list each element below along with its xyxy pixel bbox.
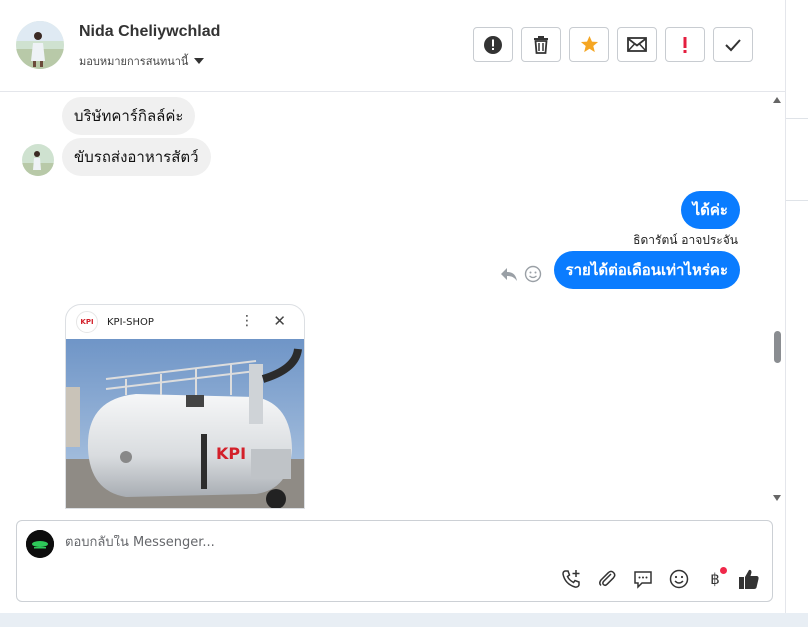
star-button[interactable] bbox=[569, 27, 609, 62]
alert-circle-icon bbox=[484, 35, 502, 54]
inbox-app: Nida Cheliywchlad มอบหมายการสนทนานี้ บริ… bbox=[0, 0, 808, 627]
conversation-header: Nida Cheliywchlad มอบหมายการสนทนานี้ bbox=[0, 0, 785, 92]
assign-label: มอบหมายการสนทนานี้ bbox=[79, 55, 189, 68]
close-icon[interactable]: ✕ bbox=[273, 312, 286, 330]
message-text: ขับรถส่งอาหารสัตว์ bbox=[74, 148, 199, 166]
product-image: KPI bbox=[66, 339, 304, 508]
message-actions bbox=[500, 265, 542, 283]
outgoing-message: ได้ค่ะ bbox=[680, 191, 740, 229]
contact-name: Nida Cheliywchlad bbox=[79, 23, 221, 40]
shop-logo: KPI bbox=[76, 311, 98, 333]
scroll-down-arrow[interactable] bbox=[773, 495, 781, 501]
delete-button[interactable] bbox=[521, 27, 561, 62]
message-text: ได้ค่ะ bbox=[692, 201, 728, 219]
shop-name: KPI-SHOP bbox=[107, 316, 154, 328]
more-options-icon[interactable]: ⋮ bbox=[240, 313, 254, 329]
card-header: KPI KPI-SHOP ⋮ ✕ bbox=[66, 305, 304, 339]
message-thread[interactable]: บริษัทคาร์กิลล์ค่ะ ขับรถส่งอาหารสัตว์ ได… bbox=[0, 92, 785, 509]
follow-up-button[interactable] bbox=[665, 27, 705, 62]
reply-icon[interactable] bbox=[500, 266, 518, 282]
baht-symbol: ฿ bbox=[710, 570, 720, 588]
message-text: บริษัทคาร์กิลล์ค่ะ bbox=[74, 107, 184, 125]
exclamation-icon bbox=[683, 36, 687, 53]
emoji-icon[interactable] bbox=[668, 568, 690, 590]
bottom-edge bbox=[0, 613, 808, 627]
sender-name: ธิดารัตน์ อาจประจัน bbox=[633, 233, 738, 247]
scroll-up-arrow[interactable] bbox=[773, 97, 781, 103]
scrollbar-thumb[interactable] bbox=[774, 331, 781, 363]
notification-dot bbox=[720, 567, 727, 574]
reply-input[interactable] bbox=[65, 535, 705, 550]
side-panel-edge bbox=[785, 0, 808, 613]
saved-reply-icon[interactable] bbox=[632, 568, 654, 590]
assign-conversation-dropdown[interactable]: มอบหมายการสนทนานี้ bbox=[79, 52, 205, 70]
contact-avatar-small bbox=[22, 144, 54, 176]
report-spam-button[interactable] bbox=[473, 27, 513, 62]
conversation-panel: Nida Cheliywchlad มอบหมายการสนทนานี้ บริ… bbox=[0, 0, 785, 613]
chevron-down-icon bbox=[194, 58, 205, 64]
react-emoji-icon[interactable] bbox=[524, 265, 542, 283]
mark-done-button[interactable] bbox=[713, 27, 753, 62]
star-icon bbox=[580, 35, 598, 53]
incoming-message: บริษัทคาร์กิลล์ค่ะ bbox=[62, 97, 196, 135]
incoming-message: ขับรถส่งอาหารสัตว์ bbox=[62, 138, 211, 176]
shared-link-card[interactable]: KPI KPI-SHOP ⋮ ✕ KPI bbox=[65, 304, 305, 509]
attachment-icon[interactable] bbox=[596, 568, 618, 590]
phone-add-icon[interactable] bbox=[560, 568, 582, 590]
page-avatar bbox=[26, 530, 54, 558]
mark-unread-button[interactable] bbox=[617, 27, 657, 62]
baht-payment-icon[interactable]: ฿ bbox=[704, 567, 727, 590]
message-text: รายได้ต่อเดือนเท่าไหร่คะ bbox=[565, 261, 728, 279]
check-icon bbox=[725, 38, 741, 51]
contact-avatar[interactable] bbox=[16, 21, 64, 69]
thumbs-up-icon[interactable] bbox=[738, 568, 760, 590]
outgoing-message: รายได้ต่อเดือนเท่าไหร่คะ bbox=[553, 251, 740, 289]
reply-composer: ฿ bbox=[16, 520, 773, 602]
envelope-icon bbox=[627, 37, 647, 52]
truck-logo: KPI bbox=[216, 444, 246, 463]
trash-icon bbox=[534, 36, 548, 54]
